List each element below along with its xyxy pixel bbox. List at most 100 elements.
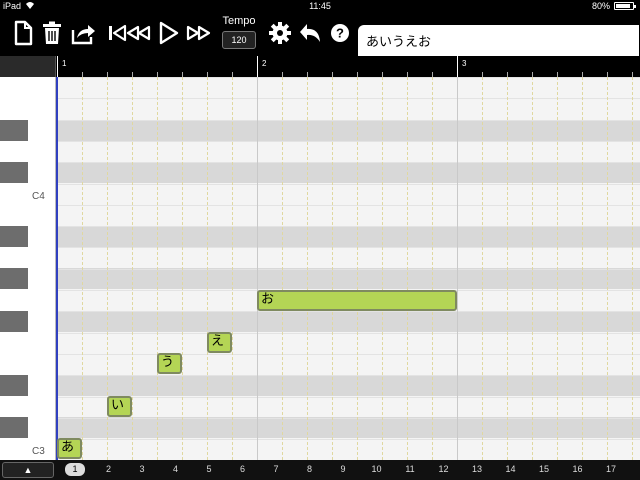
row-divider (0, 205, 640, 206)
beat-line (407, 77, 408, 460)
settings-button[interactable] (266, 18, 294, 48)
row-divider (0, 269, 640, 270)
share-icon (71, 25, 95, 45)
page-number[interactable]: 8 (300, 464, 320, 474)
page-number[interactable]: 17 (601, 464, 621, 474)
status-time: 11:45 (309, 1, 331, 11)
page-number[interactable]: 14 (501, 464, 521, 474)
page-number[interactable]: 5 (199, 464, 219, 474)
page-number[interactable]: 11 (400, 464, 420, 474)
beat-line (432, 77, 433, 460)
beat-line (632, 77, 633, 460)
note-block[interactable]: お (257, 290, 457, 311)
beat-line (307, 77, 308, 460)
beat-line (382, 77, 383, 460)
bar-number: 1 (62, 59, 67, 68)
beat-line (457, 77, 458, 460)
row-divider (0, 375, 640, 376)
page-number[interactable]: 2 (99, 464, 119, 474)
note-block[interactable]: え (207, 332, 232, 353)
new-file-button[interactable] (9, 18, 37, 48)
battery-icon (614, 2, 636, 10)
page-number[interactable]: 7 (266, 464, 286, 474)
fast-forward-icon (186, 25, 211, 41)
rewind-button[interactable] (124, 18, 152, 48)
tempo-control: Tempo 120 (218, 15, 260, 49)
row-divider (0, 397, 640, 398)
page-number[interactable]: 6 (233, 464, 253, 474)
black-key[interactable] (0, 375, 28, 396)
row-divider (0, 77, 640, 78)
help-icon: ? (331, 24, 349, 42)
key-label-c4: C4 (32, 191, 45, 202)
rewind-icon (126, 25, 151, 41)
beat-line (182, 77, 183, 460)
piano-keyboard[interactable]: C4 C3 (0, 77, 56, 460)
page-number[interactable]: 10 (367, 464, 387, 474)
timeline-ruler[interactable]: 1 2 3 (0, 56, 640, 77)
row-divider (0, 98, 640, 99)
black-key[interactable] (0, 268, 28, 289)
fast-forward-button[interactable] (184, 18, 212, 48)
beat-line (282, 77, 283, 460)
page-number[interactable]: 3 (132, 464, 152, 474)
black-key-row (56, 120, 640, 141)
page-number[interactable]: 4 (166, 464, 186, 474)
page-number[interactable]: 1 (65, 463, 85, 476)
bottom-bar: ▲ 1 2 3 4 5 6 7 8 9 10 11 12 13 14 15 16 17 (0, 460, 640, 480)
black-key-row (56, 417, 640, 438)
note-block[interactable]: う (157, 353, 182, 374)
page-number[interactable]: 15 (534, 464, 554, 474)
black-key[interactable] (0, 226, 28, 247)
scroll-up-button[interactable]: ▲ (2, 462, 54, 478)
beat-line (532, 77, 533, 460)
beat-line (482, 77, 483, 460)
note-block[interactable]: い (107, 396, 132, 417)
black-key-row (56, 375, 640, 396)
beat-line (332, 77, 333, 460)
page-number[interactable]: 13 (467, 464, 487, 474)
row-divider (0, 354, 640, 355)
page-number[interactable]: 16 (568, 464, 588, 474)
black-key[interactable] (0, 311, 28, 332)
gear-icon (269, 22, 291, 44)
bar-number: 3 (462, 59, 467, 68)
page-number[interactable]: 12 (434, 464, 454, 474)
row-divider (0, 162, 640, 163)
beat-line (582, 77, 583, 460)
new-file-icon (14, 20, 33, 46)
row-divider (0, 226, 640, 227)
help-button[interactable]: ? (326, 18, 354, 48)
black-key-row (56, 268, 640, 289)
piano-roll-grid[interactable]: C4 C3 あ い う え お (0, 77, 640, 460)
beat-line (157, 77, 158, 460)
note-block[interactable]: あ (57, 438, 82, 459)
page-number[interactable]: 9 (333, 464, 353, 474)
undo-icon (300, 24, 320, 42)
delete-button[interactable] (38, 18, 66, 48)
row-divider (0, 311, 640, 312)
row-divider (0, 418, 640, 419)
trash-icon (43, 21, 61, 44)
beat-line (82, 77, 83, 460)
black-key[interactable] (0, 162, 28, 183)
black-key-row (56, 162, 640, 183)
ruler-corner (0, 56, 56, 77)
beat-line (232, 77, 233, 460)
bar-marker (257, 56, 258, 77)
beat-line (357, 77, 358, 460)
share-button[interactable] (69, 18, 97, 48)
row-divider (0, 333, 640, 334)
playhead[interactable] (56, 77, 58, 460)
beat-line (507, 77, 508, 460)
black-key[interactable] (0, 417, 28, 438)
tempo-value-field[interactable]: 120 (222, 31, 256, 49)
row-divider (0, 120, 640, 121)
bar-number: 2 (262, 59, 267, 68)
row-divider (0, 184, 640, 185)
beat-line (132, 77, 133, 460)
undo-button[interactable] (297, 18, 325, 48)
beat-line (557, 77, 558, 460)
black-key[interactable] (0, 120, 28, 141)
play-button[interactable] (154, 18, 182, 48)
